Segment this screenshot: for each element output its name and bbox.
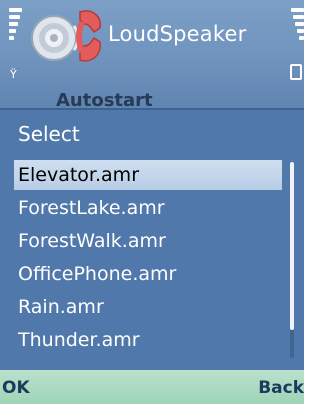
ok-softkey[interactable]: OK xyxy=(2,378,30,398)
list-item-forestwalk[interactable]: ForestWalk.amr xyxy=(14,226,282,256)
dialog-title: Select xyxy=(18,122,80,146)
status-title-area: Ÿ LoudSpeaker Autostart xyxy=(0,0,304,111)
file-list: Elevator.amr ForestLake.amr ForestWalk.a… xyxy=(14,158,284,368)
signal-strength-icon: Ÿ xyxy=(9,8,23,80)
list-item-officephone[interactable]: OfficePhone.amr xyxy=(14,259,282,289)
list-item-forestlake[interactable]: ForestLake.amr xyxy=(14,193,282,223)
scrollbar-thumb[interactable] xyxy=(290,162,294,330)
softkey-bar: OK Back xyxy=(0,370,304,404)
list-scrollbar[interactable] xyxy=(290,162,294,358)
battery-icon xyxy=(290,8,304,80)
select-dialog: Select Elevator.amr ForestLake.amr Fores… xyxy=(0,108,304,372)
list-item-thunder[interactable]: Thunder.amr xyxy=(14,325,282,355)
app-title: LoudSpeaker xyxy=(108,22,247,46)
list-item-rain[interactable]: Rain.amr xyxy=(14,292,282,322)
back-softkey[interactable]: Back xyxy=(258,378,304,398)
speaker-phone-icon xyxy=(31,10,101,62)
list-item-elevator[interactable]: Elevator.amr xyxy=(14,160,282,190)
